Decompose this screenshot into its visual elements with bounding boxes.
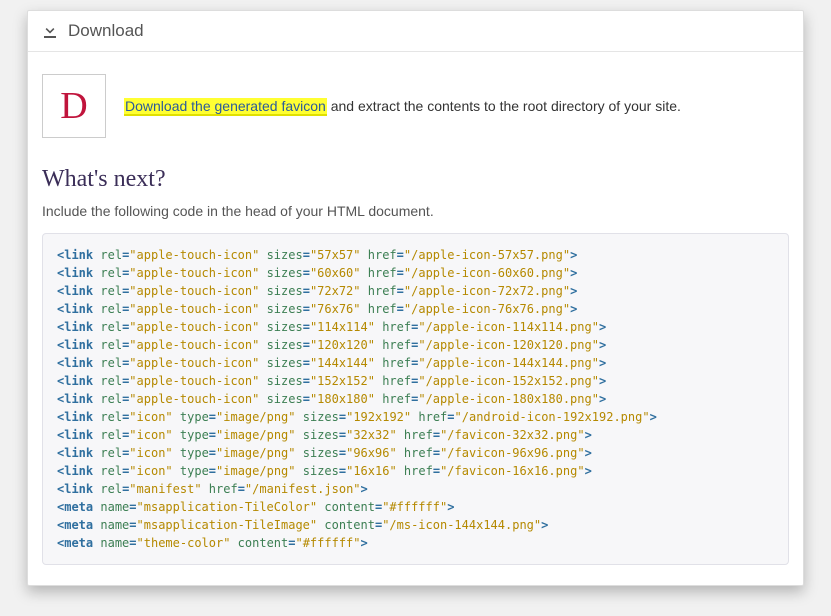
code-line: <link rel="apple-touch-icon" sizes="120x… bbox=[57, 336, 774, 354]
code-line: <link rel="apple-touch-icon" sizes="57x5… bbox=[57, 246, 774, 264]
code-line: <meta name="msapplication-TileColor" con… bbox=[57, 498, 774, 516]
favicon-letter: D bbox=[60, 87, 87, 125]
panel-title: Download bbox=[68, 21, 144, 41]
download-instruction: Download the generated favicon and extra… bbox=[124, 98, 681, 114]
download-panel: Download D Download the generated favico… bbox=[27, 10, 804, 586]
code-line: <link rel="icon" type="image/png" sizes=… bbox=[57, 462, 774, 480]
panel-header: Download bbox=[28, 11, 803, 52]
code-line: <link rel="apple-touch-icon" sizes="144x… bbox=[57, 354, 774, 372]
code-line: <meta name="theme-color" content="#fffff… bbox=[57, 534, 774, 552]
code-line: <link rel="icon" type="image/png" sizes=… bbox=[57, 426, 774, 444]
whats-next-sub: Include the following code in the head o… bbox=[42, 203, 789, 219]
code-line: <link rel="apple-touch-icon" sizes="114x… bbox=[57, 318, 774, 336]
code-line: <link rel="apple-touch-icon" sizes="152x… bbox=[57, 372, 774, 390]
code-line: <link rel="apple-touch-icon" sizes="72x7… bbox=[57, 282, 774, 300]
code-line: <link rel="apple-touch-icon" sizes="180x… bbox=[57, 390, 774, 408]
favicon-preview: D bbox=[42, 74, 106, 138]
download-link-text[interactable]: Download the generated favicon bbox=[125, 98, 326, 114]
code-line: <link rel="apple-touch-icon" sizes="60x6… bbox=[57, 264, 774, 282]
whats-next-heading: What's next? bbox=[42, 166, 789, 193]
download-link[interactable]: Download the generated favicon bbox=[124, 98, 327, 116]
download-row: D Download the generated favicon and ext… bbox=[28, 52, 803, 162]
code-line: <link rel="manifest" href="/manifest.jso… bbox=[57, 480, 774, 498]
code-line: <link rel="apple-touch-icon" sizes="76x7… bbox=[57, 300, 774, 318]
code-line: <link rel="icon" type="image/png" sizes=… bbox=[57, 408, 774, 426]
code-line: <link rel="icon" type="image/png" sizes=… bbox=[57, 444, 774, 462]
code-line: <meta name="msapplication-TileImage" con… bbox=[57, 516, 774, 534]
download-icon bbox=[42, 23, 58, 39]
code-snippet[interactable]: <link rel="apple-touch-icon" sizes="57x5… bbox=[42, 233, 789, 565]
download-rest-text: and extract the contents to the root dir… bbox=[327, 98, 681, 114]
